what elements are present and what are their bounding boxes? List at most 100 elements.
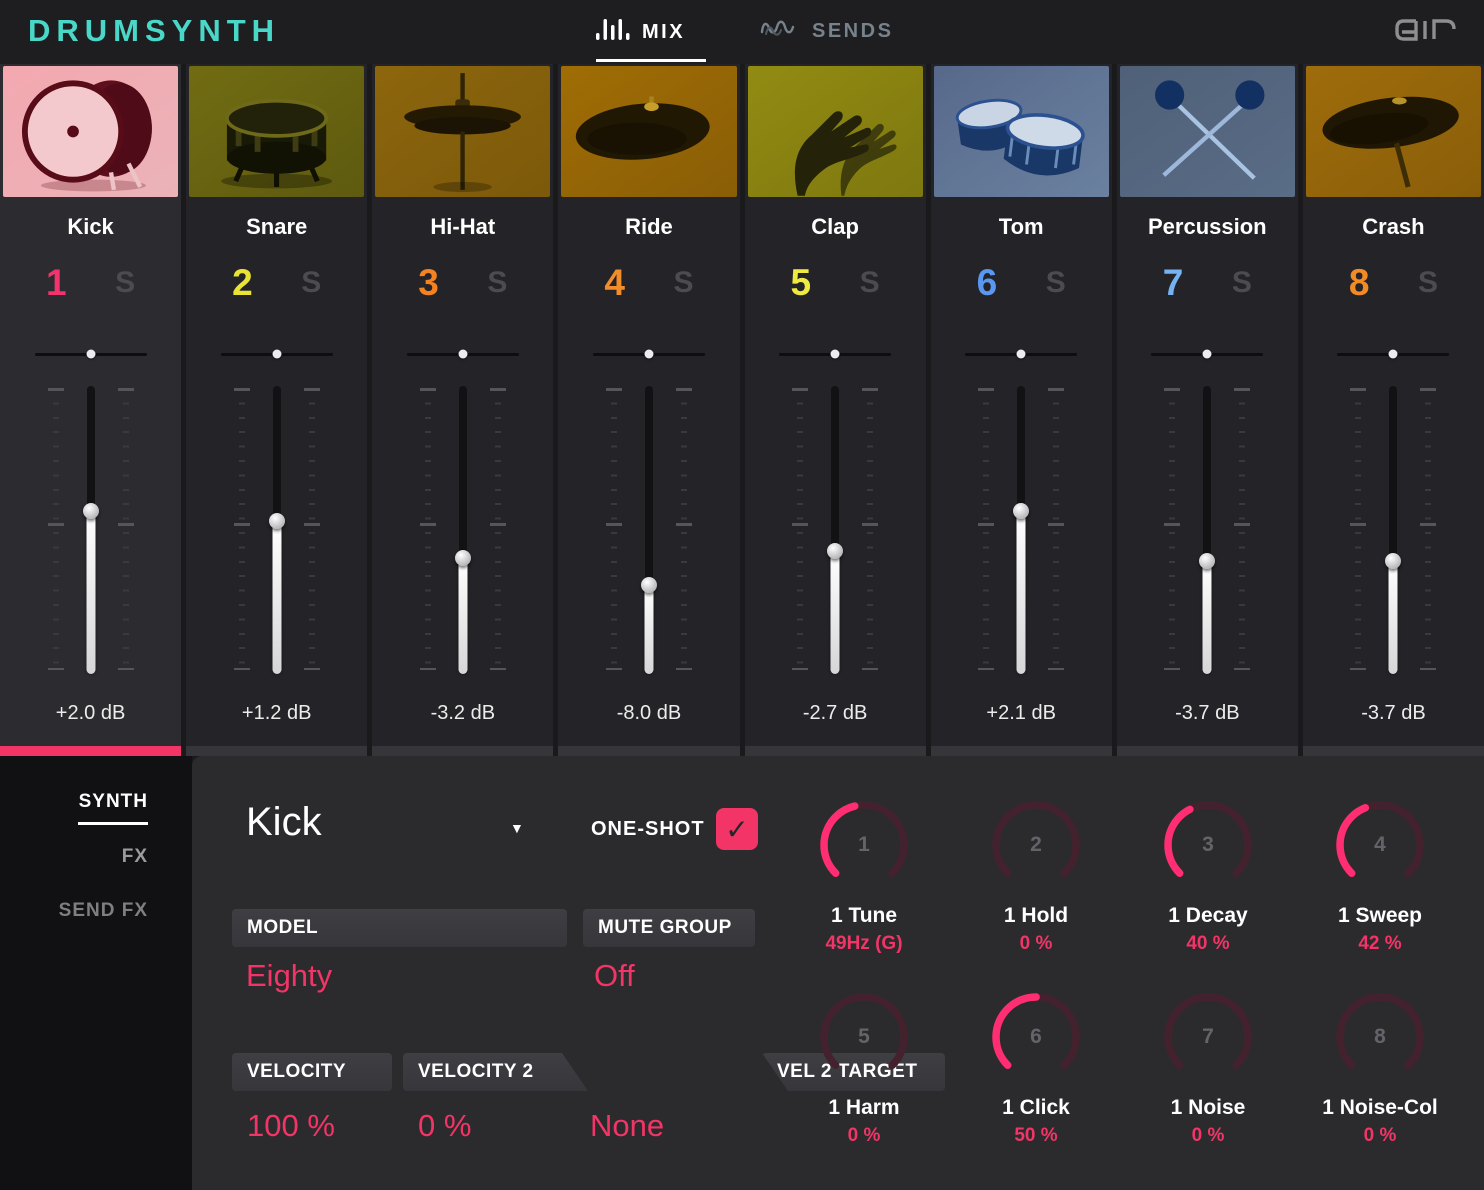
channel-strip-clap[interactable]: Clap 5 S -2.7 dB	[744, 64, 926, 756]
model-field-label: MODEL	[232, 909, 567, 947]
solo-button[interactable]: S	[115, 266, 135, 300]
fader-thumb[interactable]	[1385, 552, 1402, 569]
fader-ticks-right	[862, 388, 879, 670]
sidebar-item-synth[interactable]: SYNTH	[79, 791, 148, 813]
volume-fader[interactable]	[931, 382, 1112, 690]
solo-button[interactable]: S	[1418, 266, 1438, 300]
channel-strip-snare[interactable]: Snare 2 S +1.2 dB	[186, 64, 368, 756]
kick-drum-image	[21, 80, 152, 192]
knob-hold[interactable]: 2 1 Hold 0 %	[950, 797, 1122, 989]
fader-thumb[interactable]	[268, 512, 285, 529]
instrument-selector[interactable]: Kick	[246, 800, 322, 845]
channel-strip-kick[interactable]: Kick 1 S +2.0 dB	[0, 64, 182, 756]
fader-fill	[1388, 560, 1398, 674]
knob-sweep[interactable]: 4 1 Sweep 42 %	[1294, 797, 1466, 989]
pan-thumb[interactable]	[1388, 349, 1398, 359]
clap-pad[interactable]	[747, 66, 923, 197]
knob-noise[interactable]: 7 1 Noise 0 %	[1122, 989, 1294, 1181]
mute-group-value[interactable]: Off	[594, 958, 635, 994]
channel-strip-percussion[interactable]: Percussion 7 S -3.7 dB	[1116, 64, 1298, 756]
strip-select-bar	[1302, 746, 1484, 756]
fader-db-value: +2.1 dB	[986, 702, 1056, 724]
pan-slider[interactable]	[965, 344, 1078, 364]
velocity2-value[interactable]: 0 %	[418, 1108, 471, 1144]
knob-label: 1 Noise-Col	[1322, 1096, 1438, 1119]
tom-pad[interactable]	[933, 66, 1109, 197]
volume-fader[interactable]	[1303, 382, 1484, 690]
pan-thumb[interactable]	[458, 349, 468, 359]
pan-slider[interactable]	[1337, 344, 1450, 364]
fader-ticks-right	[303, 388, 320, 670]
pan-thumb[interactable]	[272, 349, 282, 359]
strip-select-bar	[372, 746, 554, 756]
synth-knobs-grid: 1 1 Tune 49Hz (G) 2 1 Hold 0 % 3 1 Decay…	[778, 797, 1466, 1181]
knob-decay[interactable]: 3 1 Decay 40 %	[1122, 797, 1294, 989]
pan-slider[interactable]	[220, 344, 333, 364]
fader-thumb[interactable]	[1199, 552, 1216, 569]
knob-noise-col[interactable]: 8 1 Noise-Col 0 %	[1294, 989, 1466, 1181]
vel2-target-value[interactable]: None	[590, 1108, 664, 1144]
channel-strip-hihat[interactable]: Hi-Hat 3 S -3.2 dB	[372, 64, 554, 756]
volume-fader[interactable]	[0, 382, 181, 690]
one-shot-checkbox[interactable]: ✓	[716, 808, 758, 850]
top-bar: DRUMSYNTH MIX SENDS	[0, 0, 1484, 64]
fader-thumb[interactable]	[827, 543, 844, 560]
kick-pad[interactable]	[3, 66, 179, 197]
pan-slider[interactable]	[779, 344, 892, 364]
volume-fader[interactable]	[1117, 382, 1298, 690]
tab-sends-label: SENDS	[812, 20, 894, 42]
volume-fader[interactable]	[558, 382, 739, 690]
pan-slider[interactable]	[34, 344, 147, 364]
fader-thumb[interactable]	[82, 503, 99, 520]
pan-thumb[interactable]	[644, 349, 654, 359]
pan-slider[interactable]	[406, 344, 519, 364]
fader-fill	[86, 511, 96, 674]
solo-button[interactable]: S	[487, 266, 507, 300]
pan-thumb[interactable]	[1016, 349, 1026, 359]
fader-thumb[interactable]	[640, 577, 657, 594]
knob-harm[interactable]: 5 1 Harm 0 %	[778, 989, 950, 1181]
knob-tune[interactable]: 1 1 Tune 49Hz (G)	[778, 797, 950, 989]
channel-strip-crash[interactable]: Crash 8 S -3.7 dB	[1302, 64, 1484, 756]
sidebar-item-fx[interactable]: FX	[122, 846, 148, 868]
fader-thumb[interactable]	[1013, 503, 1030, 520]
crash-pad[interactable]	[1305, 66, 1481, 197]
chevron-down-icon[interactable]: ▼	[510, 820, 524, 836]
ride-cymbal-image	[576, 96, 711, 160]
pan-thumb[interactable]	[86, 349, 96, 359]
check-icon: ✓	[725, 813, 749, 845]
fader-thumb[interactable]	[454, 549, 471, 566]
knob-label: 1 Sweep	[1337, 904, 1423, 927]
volume-fader[interactable]	[186, 382, 367, 690]
fader-db-value: -3.7 dB	[1361, 702, 1426, 724]
hihat-pad[interactable]	[375, 66, 551, 197]
velocity-value[interactable]: 100 %	[247, 1108, 335, 1144]
channel-strip-tom[interactable]: Tom 6 S +2.1 dB	[930, 64, 1112, 756]
ride-pad[interactable]	[561, 66, 737, 197]
channel-number: 3	[418, 262, 439, 303]
fader-db-value: +2.0 dB	[55, 702, 126, 724]
tab-mix[interactable]: MIX	[596, 16, 685, 49]
strip-select-bar	[744, 746, 926, 756]
volume-fader[interactable]	[372, 382, 553, 690]
pan-slider[interactable]	[1151, 344, 1264, 364]
knob-click[interactable]: 6 1 Click 50 %	[950, 989, 1122, 1181]
solo-button[interactable]: S	[1232, 266, 1252, 300]
tab-sends[interactable]: SENDS	[760, 16, 893, 47]
sidebar-item-send-fx[interactable]: SEND FX	[59, 900, 148, 922]
solo-button[interactable]: S	[860, 266, 880, 300]
solo-button[interactable]: S	[673, 266, 693, 300]
percussion-pad[interactable]	[1119, 66, 1295, 197]
solo-button[interactable]: S	[1046, 266, 1066, 300]
channel-strip-ride[interactable]: Ride 4 S -8.0 dB	[558, 64, 740, 756]
pan-thumb[interactable]	[830, 349, 840, 359]
model-value[interactable]: Eighty	[246, 958, 332, 994]
knob-number: 6	[1030, 1025, 1042, 1048]
fader-fill	[1202, 560, 1212, 674]
pan-thumb[interactable]	[1202, 349, 1212, 359]
volume-fader[interactable]	[745, 382, 926, 690]
pan-slider[interactable]	[592, 344, 705, 364]
snare-pad[interactable]	[189, 66, 365, 197]
fader-fill	[644, 585, 654, 674]
solo-button[interactable]: S	[301, 266, 321, 300]
